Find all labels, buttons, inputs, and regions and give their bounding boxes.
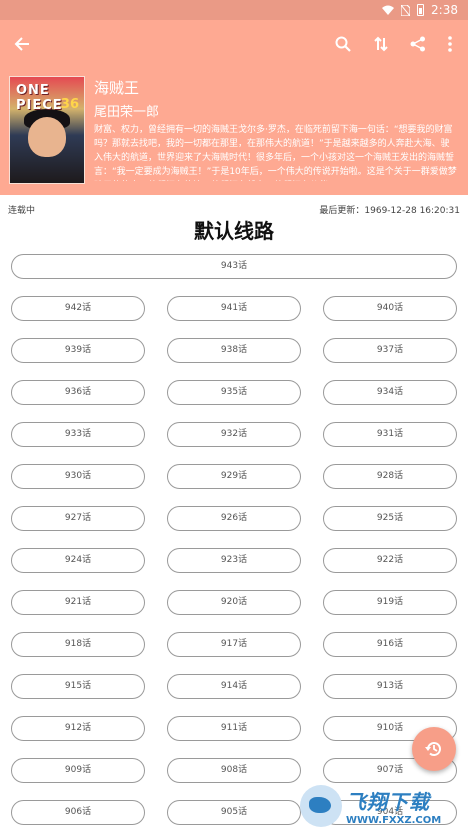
episode-button[interactable]: 935话 [167,380,301,405]
episode-button[interactable]: 911话 [167,716,301,741]
episode-button[interactable]: 916话 [323,632,457,657]
episode-button[interactable]: 909话 [11,758,145,783]
episode-button[interactable]: 933话 [11,422,145,447]
manga-description: 财富、权力，曾经拥有一切的海贼王戈尔多·罗杰，在临死前留下海一句话：“想要我的财… [94,125,457,177]
episode-button[interactable]: 917话 [167,632,301,657]
search-button[interactable] [325,20,361,67]
episode-button[interactable]: 922话 [323,548,457,573]
cover-volume-number: 36 [60,97,79,112]
episode-button[interactable]: 930话 [11,464,145,489]
back-button[interactable] [4,20,40,67]
episode-button[interactable]: 924话 [11,548,145,573]
episode-button[interactable]: 921话 [11,590,145,615]
share-button[interactable] [400,20,436,67]
more-button[interactable] [432,20,468,67]
episode-button[interactable]: 926话 [167,506,301,531]
history-icon [425,742,441,757]
search-icon [335,36,351,52]
battery-icon [417,4,425,16]
manga-header: ONE PIECE 36 海贼王 尾田荣一郎 财富、权力，曾经拥有一切的海贼王戈… [0,67,468,195]
episode-button[interactable]: 943话 [11,254,457,279]
episode-button[interactable]: 905话 [167,800,301,825]
episode-button[interactable]: 923话 [167,548,301,573]
status-time: 2:38 [431,3,458,17]
episode-button[interactable]: 934话 [323,380,457,405]
watermark-logo-icon [300,784,342,827]
watermark-sub-text: WWW.FXXZ.COM [346,814,442,826]
episode-button[interactable]: 920话 [167,590,301,615]
more-vert-icon [448,35,452,52]
sort-button[interactable] [363,20,399,67]
manga-author: 尾田荣一郎 [94,105,160,120]
episode-button[interactable]: 936话 [11,380,145,405]
episode-button[interactable]: 908话 [167,758,301,783]
episode-button[interactable]: 927话 [11,506,145,531]
sort-icon [374,36,388,51]
manga-title: 海贼王 [94,79,140,97]
episode-button[interactable]: 912话 [11,716,145,741]
wifi-icon [382,5,395,15]
history-fab[interactable] [412,727,456,771]
episode-button[interactable]: 942话 [11,296,145,321]
watermark-main-text: 飞翔下载 [346,789,430,814]
episode-button[interactable]: 918话 [11,632,145,657]
episode-button[interactable]: 914话 [167,674,301,699]
episode-button[interactable]: 939话 [11,338,145,363]
manga-cover-image: ONE PIECE 36 [9,76,85,184]
episode-button[interactable]: 906话 [11,800,145,825]
no-sim-icon [401,4,411,16]
episode-button[interactable]: 929话 [167,464,301,489]
episode-button[interactable]: 941话 [167,296,301,321]
episode-button[interactable]: 931话 [323,422,457,447]
episode-button[interactable]: 940话 [323,296,457,321]
episode-button[interactable]: 915话 [11,674,145,699]
episode-button[interactable]: 932话 [167,422,301,447]
arrow-back-icon [14,36,29,51]
episode-button[interactable]: 938话 [167,338,301,363]
section-title: 默认线路 [194,219,274,243]
status-bar: 2:38 [0,0,468,20]
episode-button[interactable]: 919话 [323,590,457,615]
toolbar [0,20,468,67]
share-icon [410,36,425,51]
episode-button[interactable]: 928话 [323,464,457,489]
episode-button[interactable]: 937话 [323,338,457,363]
site-watermark: 飞翔下载 WWW.FXXZ.COM [300,778,468,833]
episode-button[interactable]: 913话 [323,674,457,699]
episode-button[interactable]: 925话 [323,506,457,531]
